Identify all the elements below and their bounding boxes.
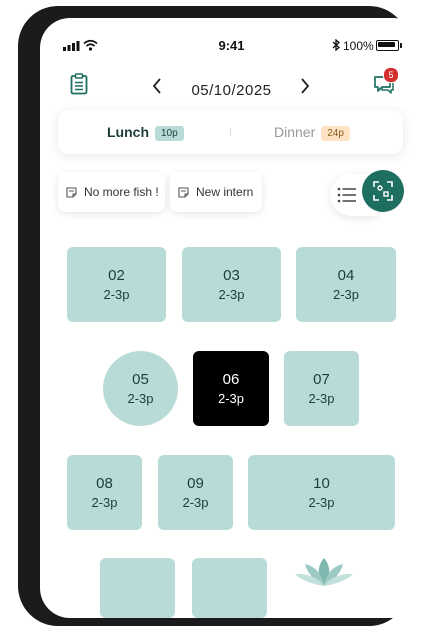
table-capacity: 2-3p — [332, 287, 360, 302]
table-capacity: 2-3p — [308, 495, 335, 510]
table-partial[interactable] — [100, 558, 175, 618]
table-number: 05 — [132, 371, 149, 388]
table-capacity: 2-3p — [218, 287, 245, 302]
table-number: 04 — [337, 267, 355, 284]
table-05[interactable]: 05 2-3p — [103, 351, 178, 426]
bluetooth-icon — [332, 39, 340, 51]
table-capacity: 2-3p — [182, 495, 209, 510]
tab-dinner[interactable]: Dinner 24p — [274, 124, 350, 141]
battery-percent: 100% — [343, 39, 374, 53]
tab-lunch[interactable]: Lunch 10p — [107, 124, 184, 141]
table-number: 06 — [222, 371, 240, 388]
table-number: 09 — [187, 475, 204, 492]
tab-lunch-count: 10p — [155, 126, 184, 141]
table-06[interactable]: 06 2-3p — [193, 351, 269, 426]
table-02[interactable]: 02 2-3p — [67, 247, 166, 322]
table-number: 07 — [313, 371, 330, 388]
table-capacity: 2-3p — [127, 391, 154, 406]
note-label: No more fish ! — [84, 185, 159, 199]
table-number: 02 — [108, 267, 125, 284]
tab-dinner-count: 24p — [321, 126, 350, 141]
table-08[interactable]: 08 2-3p — [67, 455, 142, 530]
note-chip[interactable]: New intern — [170, 172, 262, 212]
floor-plan-icon — [373, 181, 393, 201]
note-label: New intern — [196, 185, 254, 199]
floor-plan-view-button[interactable] — [362, 170, 404, 212]
current-date[interactable]: 05/10/2025 — [40, 82, 423, 99]
table-number: 08 — [96, 475, 113, 492]
note-chip[interactable]: No more fish ! — [58, 172, 165, 212]
phone-frame: 9:41 100% 05/10/2025 5 Lunch 10p Dinner … — [18, 6, 423, 626]
screen: 9:41 100% 05/10/2025 5 Lunch 10p Dinner … — [40, 18, 423, 618]
battery-icon — [376, 40, 399, 51]
tab-lunch-label: Lunch — [107, 124, 149, 140]
table-04[interactable]: 04 2-3p — [296, 247, 396, 322]
table-capacity: 2-3p — [103, 287, 130, 302]
status-bar: 9:41 100% — [40, 18, 423, 62]
messages-badge: 5 — [383, 67, 399, 83]
service-tabs: Lunch 10p Dinner 24p — [58, 110, 403, 154]
list-icon — [337, 187, 356, 203]
tab-divider — [230, 128, 231, 136]
table-07[interactable]: 07 2-3p — [284, 351, 359, 426]
table-03[interactable]: 03 2-3p — [182, 247, 281, 322]
table-09[interactable]: 09 2-3p — [158, 455, 233, 530]
table-capacity: 2-3p — [91, 495, 118, 510]
table-10[interactable]: 10 2-3p — [248, 455, 395, 530]
note-icon — [66, 186, 77, 198]
table-number: 10 — [313, 475, 330, 492]
header-nav: 05/10/2025 — [40, 70, 423, 110]
lotus-plant-icon — [295, 558, 353, 586]
tab-dinner-label: Dinner — [274, 124, 316, 140]
table-partial[interactable] — [192, 558, 267, 618]
chevron-right-icon[interactable] — [300, 78, 310, 94]
note-icon — [178, 186, 189, 198]
table-capacity: 2-3p — [217, 391, 245, 406]
table-capacity: 2-3p — [308, 391, 335, 406]
table-number: 03 — [223, 267, 240, 284]
